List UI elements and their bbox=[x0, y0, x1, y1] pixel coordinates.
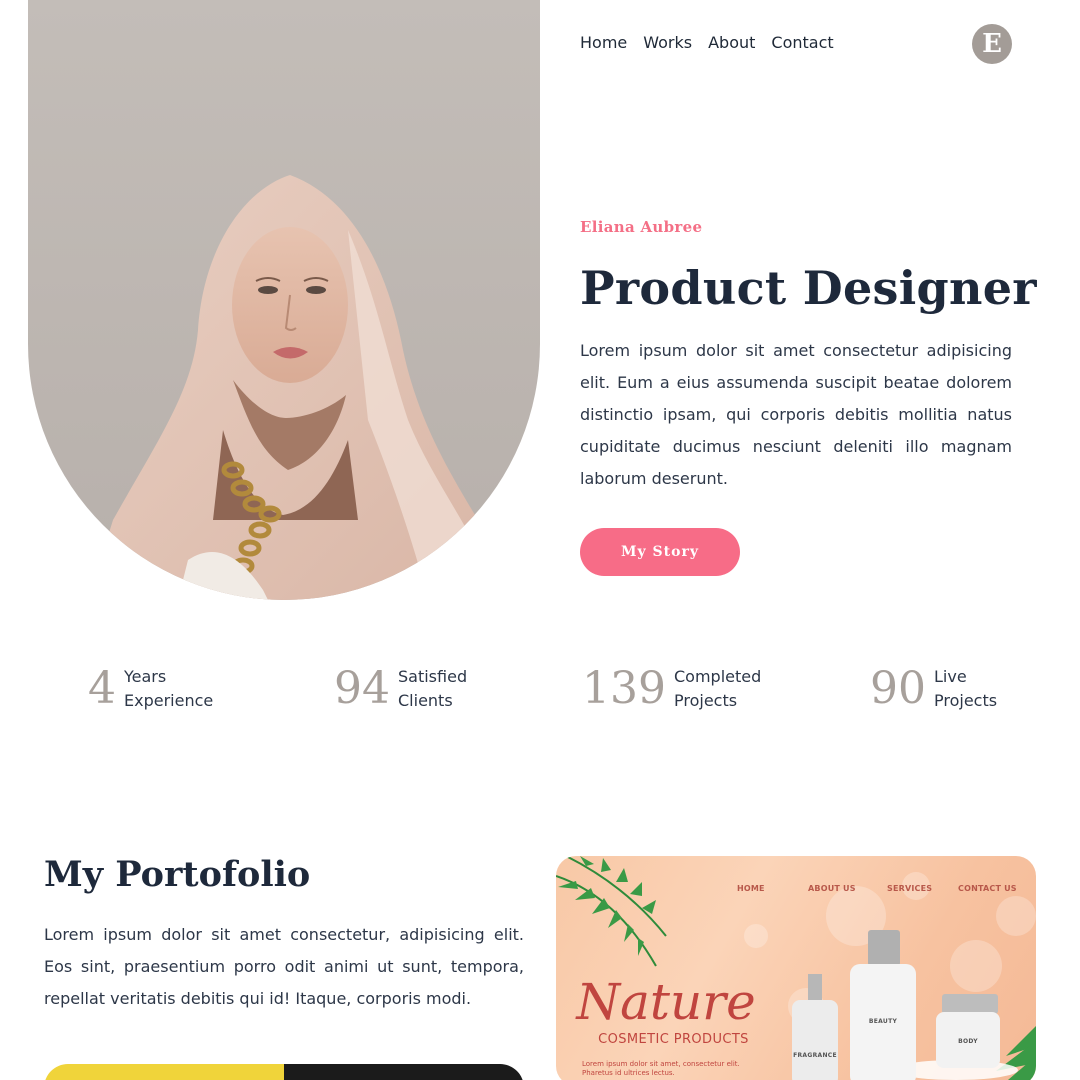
card-nav-home: HOME bbox=[737, 884, 765, 893]
my-story-button[interactable]: My Story bbox=[580, 528, 740, 576]
nav-works[interactable]: Works bbox=[643, 33, 692, 53]
stat-number: 90 bbox=[870, 663, 926, 714]
card-small-text: Lorem ipsum dolor sit amet, consectetur … bbox=[582, 1060, 740, 1077]
card-brand: Nature bbox=[576, 973, 756, 1031]
stat-label: Satisfied Clients bbox=[398, 665, 467, 713]
portfolio-tab-left[interactable] bbox=[44, 1064, 284, 1080]
label-body: BODY bbox=[958, 1038, 978, 1045]
stat-live-projects: 90 Live Projects bbox=[870, 664, 997, 714]
stat-number: 4 bbox=[88, 663, 116, 714]
portfolio-title: My Portofolio bbox=[44, 854, 311, 895]
stat-label-line2: Experience bbox=[124, 691, 214, 710]
card-nav-services: SERVICES bbox=[887, 884, 933, 893]
logo[interactable]: E bbox=[972, 24, 1012, 64]
nav-contact[interactable]: Contact bbox=[771, 33, 833, 53]
stat-satisfied-clients: 94 Satisfied Clients bbox=[334, 664, 467, 714]
hero-name: Eliana Aubree bbox=[580, 218, 703, 236]
hero-description: Lorem ipsum dolor sit amet consectetur a… bbox=[580, 341, 1012, 488]
stat-label-line2: Clients bbox=[398, 691, 453, 710]
stat-number: 139 bbox=[582, 663, 666, 714]
main-nav: Home Works About Contact bbox=[580, 33, 834, 53]
card-subtitle: COSMETIC PRODUCTS bbox=[598, 1032, 749, 1047]
stat-label: Live Projects bbox=[934, 665, 997, 713]
stat-label-line1: Satisfied bbox=[398, 667, 468, 686]
label-fragrance: FRAGRANCE bbox=[793, 1052, 837, 1059]
portfolio-card[interactable]: HOME ABOUT US SERVICES CONTACT US Nature… bbox=[556, 856, 1036, 1080]
nav-about[interactable]: About bbox=[708, 33, 755, 53]
card-nav-contact: CONTACT US bbox=[958, 884, 1017, 893]
stat-label-line2: Projects bbox=[934, 691, 998, 710]
portfolio-description: Lorem ipsum dolor sit amet consectetur, … bbox=[44, 925, 524, 1008]
hero-title: Product Designer bbox=[580, 261, 1037, 315]
stat-label: Completed Projects bbox=[674, 665, 761, 713]
stat-label-line1: Completed bbox=[673, 667, 762, 686]
portrait-illustration bbox=[88, 175, 498, 600]
stat-number: 94 bbox=[334, 663, 390, 714]
hero-photo bbox=[28, 0, 540, 600]
stat-years-experience: 4 Years Experience bbox=[88, 664, 213, 714]
stat-label-line1: Years bbox=[124, 667, 167, 686]
nav-home[interactable]: Home bbox=[580, 33, 627, 53]
portfolio-tab-right[interactable] bbox=[284, 1064, 524, 1080]
stat-completed-projects: 139 Completed Projects bbox=[582, 664, 761, 714]
stat-label-line1: Live bbox=[934, 667, 967, 686]
stat-label: Years Experience bbox=[124, 665, 213, 713]
card-nav-about: ABOUT US bbox=[808, 884, 856, 893]
label-beauty: BEAUTY bbox=[868, 1018, 898, 1025]
portfolio-tabs bbox=[44, 1064, 524, 1080]
stat-label-line2: Projects bbox=[673, 691, 738, 710]
